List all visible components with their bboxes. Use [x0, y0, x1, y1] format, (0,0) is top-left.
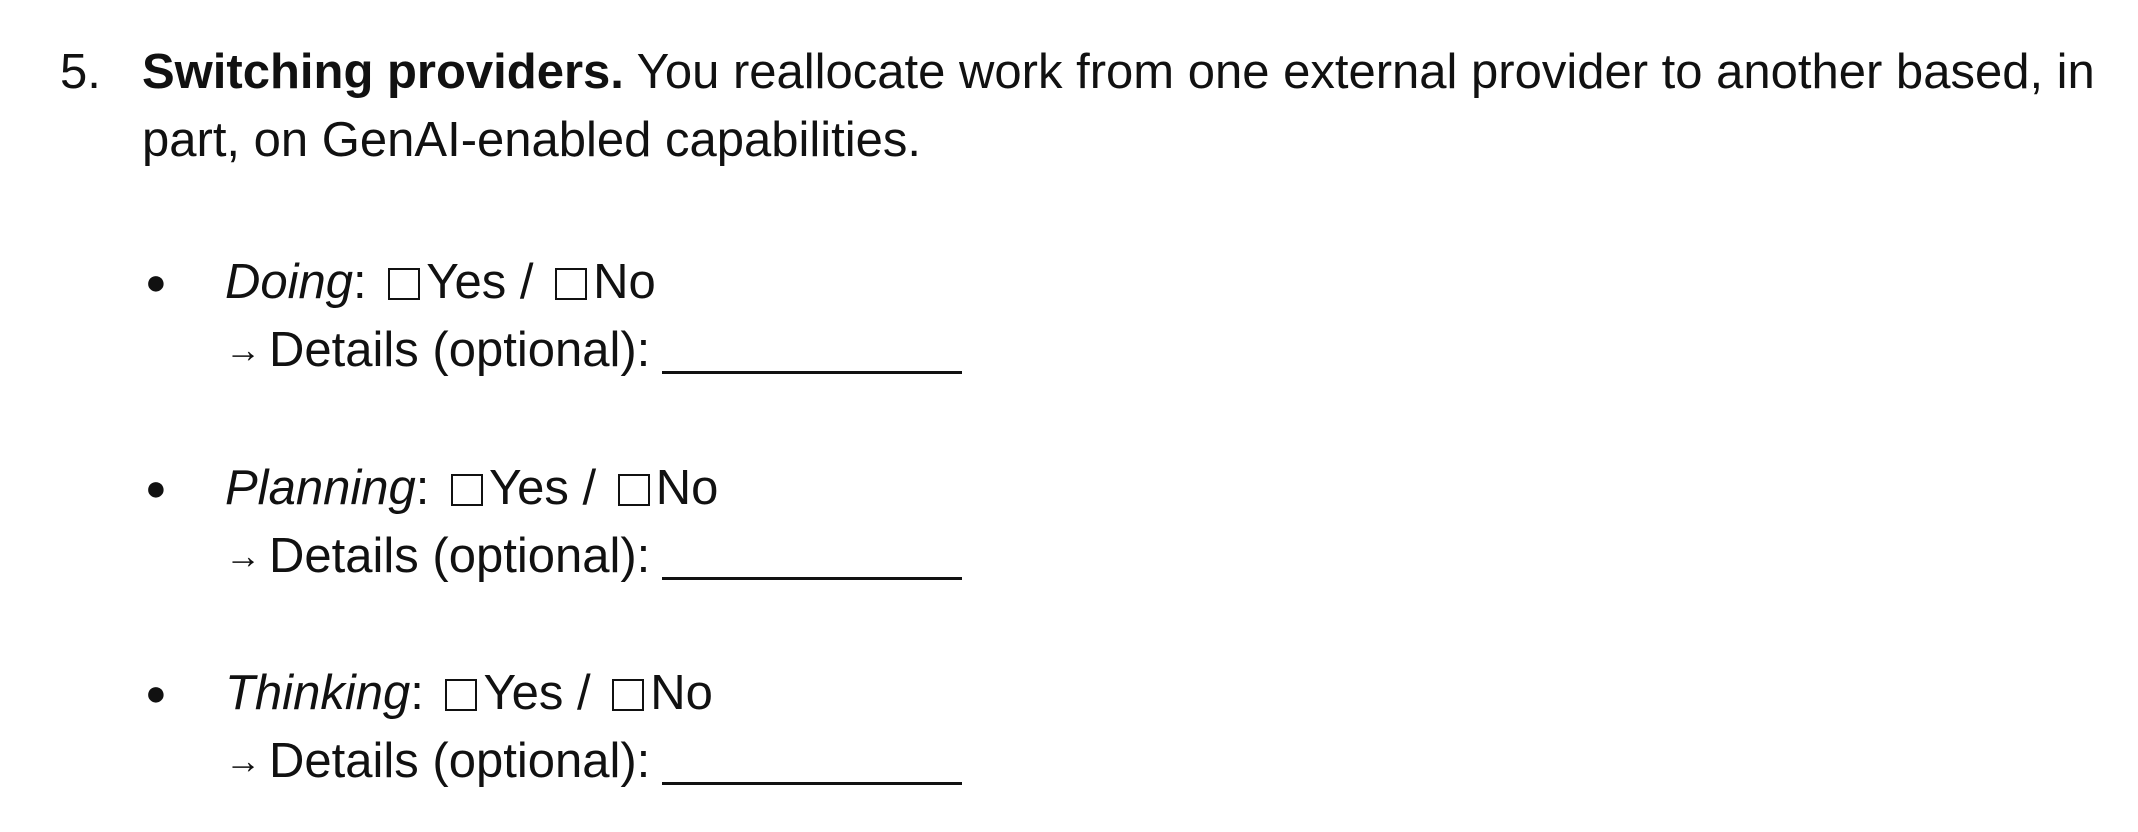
item-label: Planning: [225, 461, 416, 515]
thinking-no-checkbox[interactable]: [612, 679, 645, 711]
planning-no-label[interactable]: No: [656, 461, 719, 515]
planning-no-checkbox[interactable]: [617, 474, 650, 506]
planning-details-field[interactable]: [662, 529, 963, 580]
item-answer-line: Planning: Yes / No: [225, 454, 718, 522]
doing-no-checkbox[interactable]: [555, 268, 588, 300]
item-details-line: → Details (optional):: [225, 727, 963, 795]
thinking-yes-label[interactable]: Yes: [483, 666, 563, 720]
details-label: Details (optional):: [269, 323, 651, 377]
planning-yes-label[interactable]: Yes: [489, 461, 569, 515]
item-answer-line: Doing: Yes / No: [225, 248, 656, 316]
item-label: Thinking: [225, 666, 411, 720]
planning-yes-checkbox[interactable]: [450, 474, 483, 506]
option-separator: /: [519, 255, 534, 309]
details-label: Details (optional):: [269, 734, 651, 788]
details-label: Details (optional):: [269, 529, 651, 583]
option-separator: /: [577, 666, 591, 720]
item-details-line: → Details (optional):: [225, 522, 963, 590]
item-details-line: → Details (optional):: [225, 316, 963, 384]
bullet-icon: ●: [145, 261, 167, 302]
doing-no-label[interactable]: No: [593, 255, 656, 309]
thinking-no-label[interactable]: No: [650, 666, 713, 720]
question-text: Switching providers. You reallocate work…: [142, 38, 2102, 174]
question-title: Switching providers.: [142, 45, 624, 99]
item-answer-line: Thinking: Yes / No: [225, 659, 713, 727]
option-separator: /: [582, 461, 597, 515]
item-colon: :: [410, 666, 424, 720]
thinking-yes-checkbox[interactable]: [445, 679, 478, 711]
item-colon: :: [415, 461, 430, 515]
doing-yes-checkbox[interactable]: [388, 268, 421, 300]
doing-details-field[interactable]: [662, 323, 963, 374]
doing-yes-label[interactable]: Yes: [426, 255, 506, 309]
thinking-details-field[interactable]: [662, 734, 963, 785]
arrow-right-icon: →: [225, 535, 261, 576]
bullet-icon: ●: [145, 672, 167, 713]
arrow-right-icon: →: [225, 329, 261, 370]
document-page: 5. Switching providers. You reallocate w…: [0, 0, 2138, 832]
arrow-right-icon: →: [225, 740, 261, 781]
item-label: Doing: [225, 255, 354, 309]
bullet-icon: ●: [145, 467, 167, 508]
item-colon: :: [353, 255, 367, 309]
question-number: 5.: [60, 45, 101, 99]
